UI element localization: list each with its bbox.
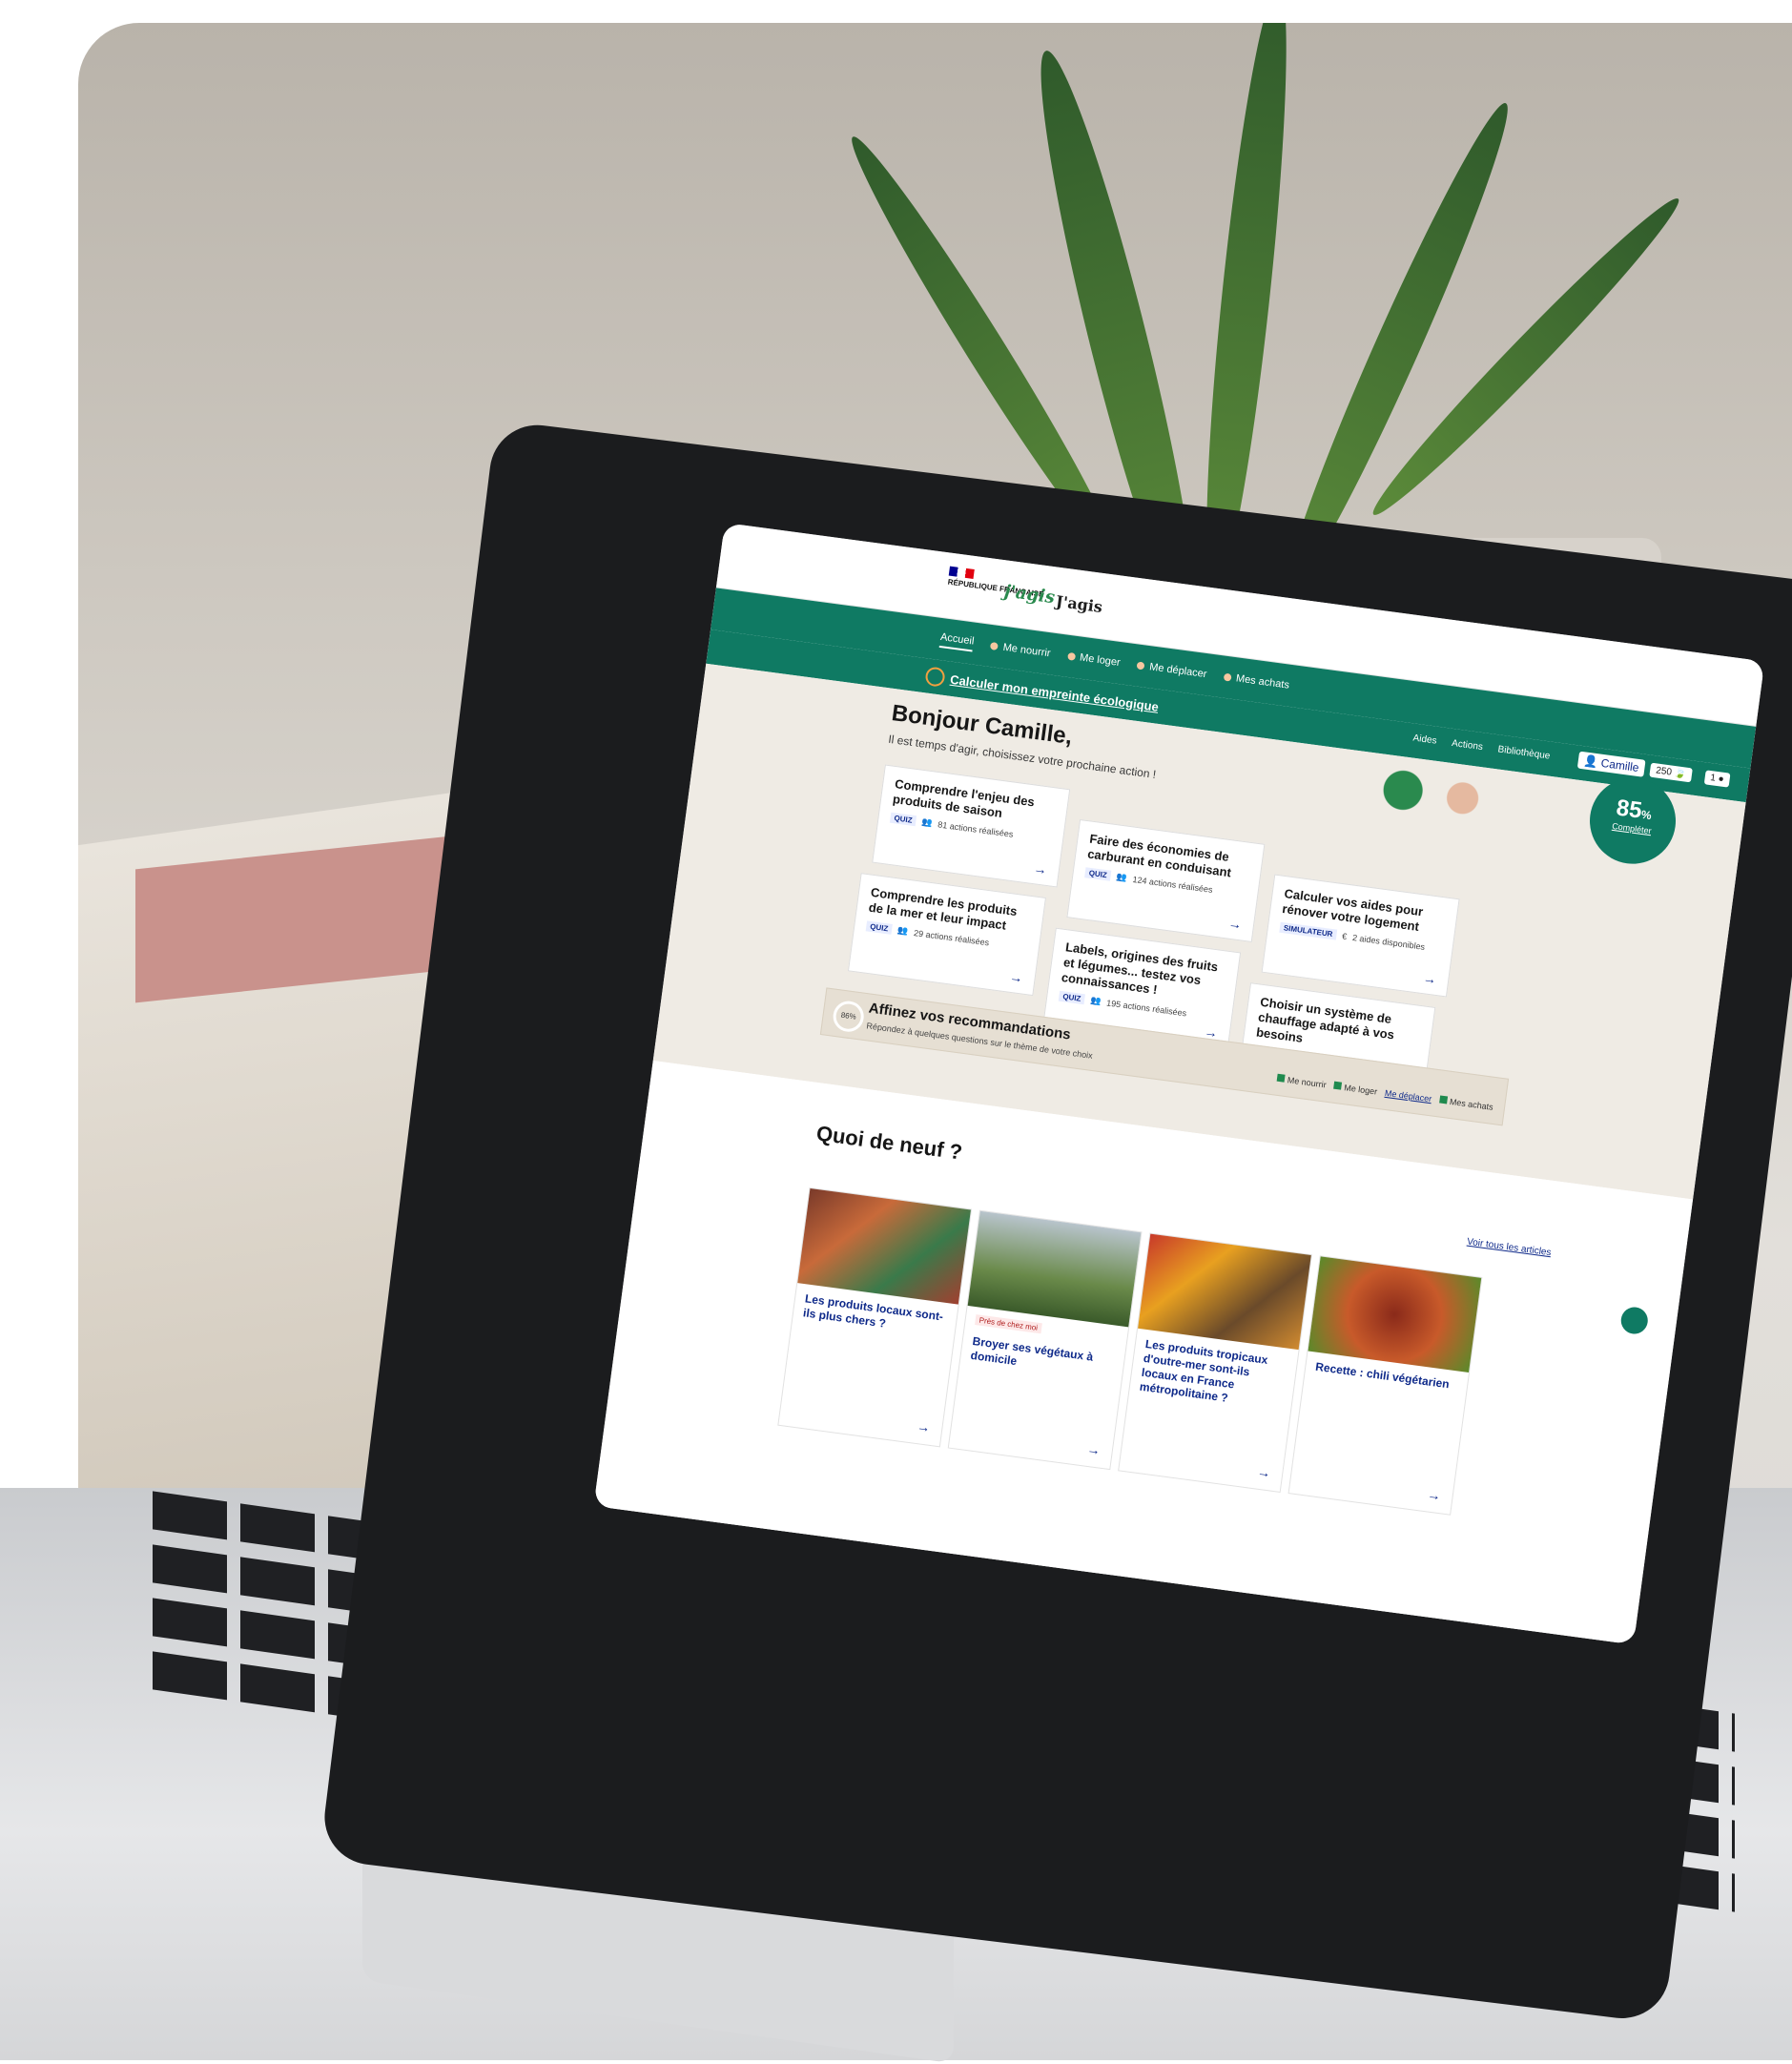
nav-label: Me nourrir [1001,641,1052,660]
coin-badge: 1 ● [1703,770,1731,788]
car-icon [1136,661,1145,671]
action-card[interactable]: Comprendre l'enjeu des produits de saiso… [872,764,1071,888]
theme-me-loger[interactable]: Me loger [1333,1081,1378,1097]
arrow-right-icon: → [1032,860,1048,877]
points-badge: 250 🍃 [1649,762,1693,783]
arrow-right-icon: → [1085,1440,1102,1458]
points-value: 250 [1655,765,1673,778]
check-icon [1333,1081,1343,1090]
action-tag: QUIZ [1058,990,1086,1005]
people-icon: 👥 [920,816,934,828]
nav-label: Accueil [939,630,976,648]
arrow-right-icon: → [1256,1463,1272,1481]
article-card[interactable]: Les produits tropicaux d'outre-mer sont-… [1118,1232,1312,1493]
arrow-right-icon: → [1422,970,1438,987]
nav-mes-achats[interactable]: Mes achats [1223,671,1290,691]
nav-bibliotheque[interactable]: Bibliothèque [1497,744,1551,761]
theme-links: Me nourrir Me loger Me déplacer Mes acha… [1276,1073,1494,1112]
people-icon: 👥 [896,924,910,937]
laptop-screen: RÉPUBLIQUE FRANÇAISE j'agis J'agis Accue… [593,523,1765,1645]
action-meta: 124 actions réalisées [1132,874,1214,895]
house-icon [1066,651,1076,661]
theme-label: Me nourrir [1287,1075,1328,1090]
article-card[interactable]: Les produits locaux sont-ils plus chers … [777,1187,973,1448]
check-icon [1276,1073,1286,1083]
action-tag: QUIZ [889,812,917,827]
action-meta: 81 actions réalisées [937,818,1015,839]
nav-label: Me déplacer [1148,661,1208,681]
check-icon [1438,1095,1448,1104]
article-title: Broyer ses végétaux à domicile [969,1333,1095,1369]
nav-accueil[interactable]: Accueil [938,630,976,652]
action-meta: 29 actions réalisées [913,927,990,947]
arrow-right-icon: → [1426,1486,1442,1504]
flag-icon [948,566,975,579]
action-card[interactable]: Faire des économies de carburant en cond… [1066,818,1266,942]
chat-icon[interactable] [1619,1305,1650,1336]
brand-name[interactable]: J'agis [1055,592,1103,616]
footprint-icon [924,666,946,688]
user-menu[interactable]: 👤 Camille [1576,751,1646,777]
theme-label: Me loger [1343,1083,1378,1097]
nav-me-loger[interactable]: Me loger [1066,650,1121,669]
people-icon: 👥 [1089,995,1102,1006]
progress-value: 85 [1615,795,1644,824]
article-card[interactable]: Près de chez moi Broyer ses végétaux à d… [947,1209,1143,1471]
action-tag: QUIZ [865,920,893,935]
action-card[interactable]: Calculer vos aides pour rénover votre lo… [1261,874,1460,998]
nav-aides[interactable]: Aides [1412,733,1437,746]
progress-unit: % [1640,807,1653,823]
news-heading: Quoi de neuf ? [814,1121,964,1165]
arrow-right-icon: → [1008,968,1024,986]
action-tag: SIMULATEUR [1279,921,1338,940]
nav-me-nourrir[interactable]: Me nourrir [990,640,1051,659]
action-tag: QUIZ [1084,867,1112,881]
see-all-articles-link[interactable]: Voir tous les articles [1466,1237,1552,1259]
completion-ring: 86% [831,999,866,1034]
theme-mes-achats[interactable]: Mes achats [1438,1095,1494,1112]
leaf-icon: 🍃 [1673,768,1687,780]
nav-me-deplacer[interactable]: Me déplacer [1136,660,1208,681]
coin-icon: ● [1717,774,1725,785]
euro-icon: € [1341,930,1348,941]
action-meta: 2 aides disponibles [1351,932,1426,952]
arrow-right-icon: → [1227,915,1244,933]
nav-label: Mes achats [1235,672,1290,691]
action-card[interactable]: Comprendre les produits de la mer et leu… [847,873,1046,997]
people-icon: 👥 [1116,871,1128,883]
food-icon [990,642,999,651]
action-meta: 195 actions réalisées [1105,997,1187,1019]
cart-icon [1223,672,1232,682]
theme-label: Me déplacer [1384,1087,1432,1104]
article-image [967,1210,1142,1328]
arrow-right-icon: → [916,1418,932,1435]
theme-me-deplacer[interactable]: Me déplacer [1384,1088,1432,1104]
jagis-logo[interactable]: j'agis [1003,581,1057,608]
theme-me-nourrir[interactable]: Me nourrir [1276,1073,1328,1090]
coin-value: 1 [1709,773,1717,784]
nav-label: Me loger [1079,651,1122,670]
user-name: Camille [1599,755,1640,774]
nav-actions[interactable]: Actions [1452,738,1484,753]
theme-label: Mes achats [1449,1096,1494,1112]
article-card[interactable]: Recette : chili végétarien → [1287,1255,1483,1516]
